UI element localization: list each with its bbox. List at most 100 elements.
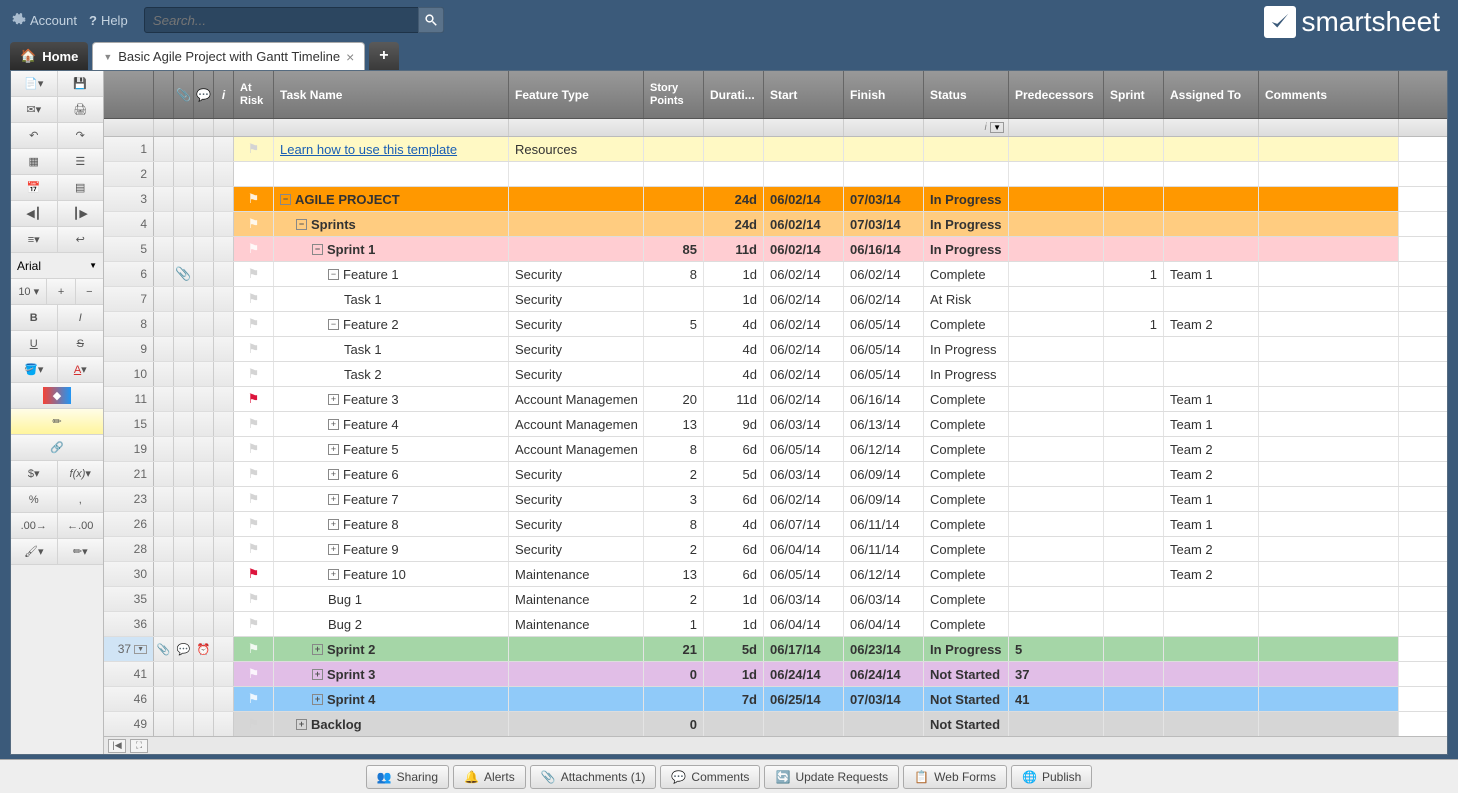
attach-header[interactable]: 📎 xyxy=(174,71,194,118)
row-ftype[interactable]: Security xyxy=(509,337,644,361)
row-task[interactable]: Learn how to use this template xyxy=(274,137,509,161)
row-atrisk[interactable]: ⚑ xyxy=(234,662,274,686)
row-assign[interactable]: Team 1 xyxy=(1164,512,1259,536)
italic-button[interactable]: I xyxy=(58,305,104,330)
row-comments[interactable] xyxy=(1259,562,1399,586)
row-number[interactable]: 5 xyxy=(104,237,154,261)
row-sprint[interactable] xyxy=(1104,362,1164,386)
table-row[interactable]: 11⚑+Feature 3Account Managemen2011d06/02… xyxy=(104,387,1447,412)
row-discussion[interactable] xyxy=(194,262,214,286)
row-atrisk[interactable]: ⚑ xyxy=(234,637,274,661)
row-atrisk[interactable]: ⚑ xyxy=(234,362,274,386)
row-duration[interactable] xyxy=(704,712,764,736)
expand-toggle[interactable]: + xyxy=(312,694,323,705)
row-comments[interactable] xyxy=(1259,687,1399,711)
row-task[interactable]: +Sprint 2 xyxy=(274,637,509,661)
row-story[interactable]: 20 xyxy=(644,387,704,411)
row-duration[interactable]: 4d xyxy=(704,337,764,361)
chevron-down-icon[interactable]: ▼ xyxy=(134,645,147,654)
row-story[interactable] xyxy=(644,162,704,186)
row-pred[interactable] xyxy=(1009,187,1104,211)
table-row[interactable]: 37▼📎💬⏰⚑+Sprint 2215d06/17/1406/23/14In P… xyxy=(104,637,1447,662)
row-info[interactable] xyxy=(214,187,234,211)
row-pred[interactable] xyxy=(1009,212,1104,236)
table-row[interactable]: 5⚑−Sprint 18511d06/02/1406/16/14In Progr… xyxy=(104,237,1447,262)
row-ftype[interactable]: Security xyxy=(509,512,644,536)
row-start[interactable]: 06/02/14 xyxy=(764,212,844,236)
row-ftype[interactable]: Security xyxy=(509,462,644,486)
row-pred[interactable] xyxy=(1009,337,1104,361)
row-finish[interactable] xyxy=(844,712,924,736)
row-finish[interactable]: 07/03/14 xyxy=(844,687,924,711)
row-discussion[interactable] xyxy=(194,612,214,636)
row-attach[interactable] xyxy=(174,137,194,161)
row-discussion[interactable] xyxy=(194,362,214,386)
row-status[interactable]: Complete xyxy=(924,512,1009,536)
row-story[interactable]: 13 xyxy=(644,412,704,436)
row-sprint[interactable] xyxy=(1104,537,1164,561)
row-assign[interactable] xyxy=(1164,712,1259,736)
row-comments[interactable] xyxy=(1259,587,1399,611)
row-ftype[interactable]: Security xyxy=(509,537,644,561)
row-status[interactable]: In Progress xyxy=(924,187,1009,211)
row-task[interactable]: Task 1 xyxy=(274,337,509,361)
row-attach[interactable] xyxy=(174,337,194,361)
row-info[interactable] xyxy=(214,337,234,361)
table-row[interactable]: 3⚑−AGILE PROJECT24d06/02/1407/03/14In Pr… xyxy=(104,187,1447,212)
status-filter[interactable]: i ▼ xyxy=(924,119,1009,136)
row-start[interactable]: 06/05/14 xyxy=(764,562,844,586)
row-number[interactable]: 9 xyxy=(104,337,154,361)
row-number[interactable]: 36 xyxy=(104,612,154,636)
finish-header[interactable]: Finish xyxy=(844,71,924,118)
row-ftype[interactable]: Security xyxy=(509,312,644,336)
row-finish[interactable]: 06/02/14 xyxy=(844,287,924,311)
row-sprint[interactable] xyxy=(1104,412,1164,436)
row-assign[interactable] xyxy=(1164,587,1259,611)
row-comments[interactable] xyxy=(1259,637,1399,661)
row-discussion[interactable]: ⏰ xyxy=(194,637,214,661)
row-sub1[interactable] xyxy=(154,662,174,686)
percent-button[interactable]: % xyxy=(11,487,58,512)
row-number[interactable]: 49 xyxy=(104,712,154,736)
row-task[interactable]: Bug 1 xyxy=(274,587,509,611)
function-button[interactable]: f(x)▾ xyxy=(58,461,104,486)
row-info[interactable] xyxy=(214,637,234,661)
row-task[interactable]: +Feature 3 xyxy=(274,387,509,411)
row-start[interactable]: 06/02/14 xyxy=(764,237,844,261)
grid-view-button[interactable]: ▦ xyxy=(11,149,58,174)
rownum-header[interactable] xyxy=(104,71,154,118)
duration-header[interactable]: Durati... xyxy=(704,71,764,118)
row-atrisk[interactable]: ⚑ xyxy=(234,712,274,736)
row-sprint[interactable] xyxy=(1104,662,1164,686)
row-status[interactable]: Complete xyxy=(924,462,1009,486)
row-number[interactable]: 35 xyxy=(104,587,154,611)
row-comments[interactable] xyxy=(1259,462,1399,486)
row-task[interactable]: Bug 2 xyxy=(274,612,509,636)
row-start[interactable] xyxy=(764,137,844,161)
row-ftype[interactable]: Security xyxy=(509,262,644,286)
row-ftype[interactable]: Account Managemen xyxy=(509,437,644,461)
row-comments[interactable] xyxy=(1259,137,1399,161)
row-start[interactable]: 06/03/14 xyxy=(764,412,844,436)
row-atrisk[interactable]: ⚑ xyxy=(234,412,274,436)
wrap-button[interactable]: ↩ xyxy=(58,227,104,252)
row-ftype[interactable] xyxy=(509,712,644,736)
table-row[interactable]: 35⚑Bug 1Maintenance21d06/03/1406/03/14Co… xyxy=(104,587,1447,612)
row-story[interactable]: 2 xyxy=(644,587,704,611)
row-info[interactable] xyxy=(214,462,234,486)
row-finish[interactable]: 06/12/14 xyxy=(844,437,924,461)
row-ftype[interactable]: Maintenance xyxy=(509,587,644,611)
row-number[interactable]: 28 xyxy=(104,537,154,561)
row-sub1[interactable] xyxy=(154,437,174,461)
row-status[interactable]: Not Started xyxy=(924,662,1009,686)
row-ftype[interactable]: Account Managemen xyxy=(509,412,644,436)
row-task[interactable]: +Sprint 3 xyxy=(274,662,509,686)
row-task[interactable]: −Sprints xyxy=(274,212,509,236)
row-attach[interactable] xyxy=(174,412,194,436)
row-task[interactable]: Task 2 xyxy=(274,362,509,386)
row-attach[interactable]: 📎 xyxy=(174,262,194,286)
row-atrisk[interactable]: ⚑ xyxy=(234,137,274,161)
row-comments[interactable] xyxy=(1259,362,1399,386)
row-info[interactable] xyxy=(214,512,234,536)
row-duration[interactable]: 5d xyxy=(704,637,764,661)
